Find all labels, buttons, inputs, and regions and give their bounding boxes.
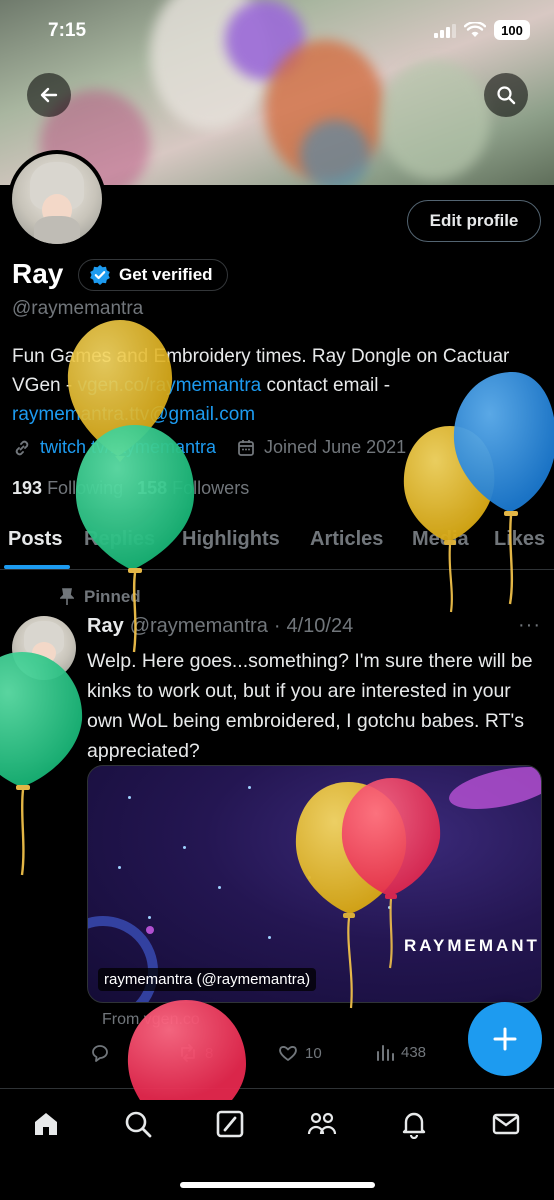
status-icons: 100 xyxy=(434,20,530,40)
views-icon xyxy=(377,1045,394,1061)
profile-handle: @raymemantra xyxy=(12,298,144,319)
view-count: 438 xyxy=(401,1043,427,1061)
post-media-card[interactable]: RAYMEMANT raymemantra (@raymemantra) xyxy=(87,765,542,1003)
following-link[interactable]: 193 Following xyxy=(12,478,123,499)
views-button[interactable]: 438 xyxy=(375,1042,426,1062)
nav-notifications[interactable] xyxy=(397,1107,431,1141)
status-time: 7:15 xyxy=(48,20,87,41)
pinned-label-row: Pinned xyxy=(60,587,141,607)
post-handle[interactable]: @raymemantra xyxy=(130,615,268,638)
back-button[interactable] xyxy=(27,73,71,117)
profile-bio: Fun Games and Embroidery times. Ray Dong… xyxy=(12,342,542,429)
retweet-icon xyxy=(181,1044,195,1062)
reply-button[interactable] xyxy=(89,1042,111,1064)
media-brand-text: RAYMEMANT xyxy=(404,936,540,955)
nav-explore[interactable] xyxy=(121,1107,155,1141)
balloon-green-2 xyxy=(0,652,83,876)
signal-icon xyxy=(434,22,456,38)
bio-link-vgen[interactable]: vgen.co/raymemantra xyxy=(77,375,261,396)
home-icon xyxy=(35,1113,57,1135)
pin-icon xyxy=(60,588,74,605)
followers-count: 158 xyxy=(137,478,168,498)
post-text: Welp. Here goes...something? I'm sure th… xyxy=(87,650,533,762)
bio-link-email[interactable]: raymemantra.ttv@gmail.com xyxy=(12,404,255,425)
nav-messages[interactable] xyxy=(489,1107,523,1141)
media-caption: raymemantra (@raymemantra) xyxy=(98,968,317,991)
profile-meta: twitch.tv/raymemantra Joined June 2021 xyxy=(12,437,406,458)
tab-likes[interactable]: Likes xyxy=(494,528,545,551)
followers-label: Followers xyxy=(172,478,250,498)
more-options-icon[interactable]: ··· xyxy=(518,614,541,637)
search-icon xyxy=(497,86,516,105)
wifi-icon xyxy=(464,22,486,37)
follow-counts: 193 Following 158 Followers xyxy=(12,478,249,499)
profile-name: Ray xyxy=(12,258,64,289)
compose-button[interactable] xyxy=(468,1002,542,1076)
status-bar: 7:15 100 xyxy=(0,0,554,64)
post-separator: · xyxy=(273,615,281,637)
get-verified-button[interactable]: Get verified xyxy=(78,259,228,291)
reply-icon xyxy=(92,1045,108,1062)
pinned-label: Pinned xyxy=(84,587,141,606)
post-author[interactable]: Ray xyxy=(87,615,124,638)
following-count: 193 xyxy=(12,478,43,498)
tab-media[interactable]: Media xyxy=(412,528,469,551)
like-count: 10 xyxy=(305,1044,322,1062)
back-arrow-icon xyxy=(40,87,58,103)
profile-tabs: Posts Replies Highlights Articles Media … xyxy=(0,516,554,570)
like-button[interactable]: 10 xyxy=(277,1042,322,1064)
active-tab-indicator xyxy=(4,565,70,569)
retweet-button[interactable]: 8 xyxy=(177,1042,213,1064)
post-avatar[interactable] xyxy=(12,616,76,680)
search-icon xyxy=(125,1111,152,1138)
joined-date: Joined June 2021 xyxy=(264,437,407,457)
post-header: Ray @raymemantra · 4/10/24 xyxy=(87,615,353,638)
nav-grok[interactable] xyxy=(213,1107,247,1141)
post-date[interactable]: 4/10/24 xyxy=(287,615,354,638)
bio-text-middle: contact email - xyxy=(261,375,391,396)
link-source[interactable]: From vgen.co xyxy=(102,1011,200,1029)
notifications-icon xyxy=(402,1112,426,1139)
verified-badge-icon xyxy=(90,265,110,285)
following-label: Following xyxy=(47,478,124,498)
website-link[interactable]: twitch.tv/raymemantra xyxy=(40,437,216,458)
calendar-icon xyxy=(238,439,254,456)
edit-profile-button[interactable]: Edit profile xyxy=(407,200,541,242)
home-indicator xyxy=(180,1182,375,1188)
search-button[interactable] xyxy=(484,73,528,117)
communities-icon xyxy=(307,1112,337,1135)
retweet-count: 8 xyxy=(205,1044,214,1062)
tab-articles[interactable]: Articles xyxy=(310,528,383,551)
tab-posts[interactable]: Posts xyxy=(8,528,62,551)
link-icon xyxy=(15,440,29,455)
plus-icon xyxy=(493,1027,517,1051)
tab-highlights[interactable]: Highlights xyxy=(182,528,280,551)
followers-link[interactable]: 158 Followers xyxy=(137,478,249,499)
nav-home[interactable] xyxy=(29,1107,63,1141)
get-verified-label: Get verified xyxy=(119,265,213,284)
grok-icon xyxy=(216,1110,244,1138)
messages-icon xyxy=(492,1113,520,1135)
tab-replies[interactable]: Replies xyxy=(84,528,155,551)
battery-icon: 100 xyxy=(494,20,530,40)
nav-communities[interactable] xyxy=(305,1107,339,1141)
profile-avatar[interactable] xyxy=(8,150,106,248)
heart-icon xyxy=(279,1046,297,1061)
